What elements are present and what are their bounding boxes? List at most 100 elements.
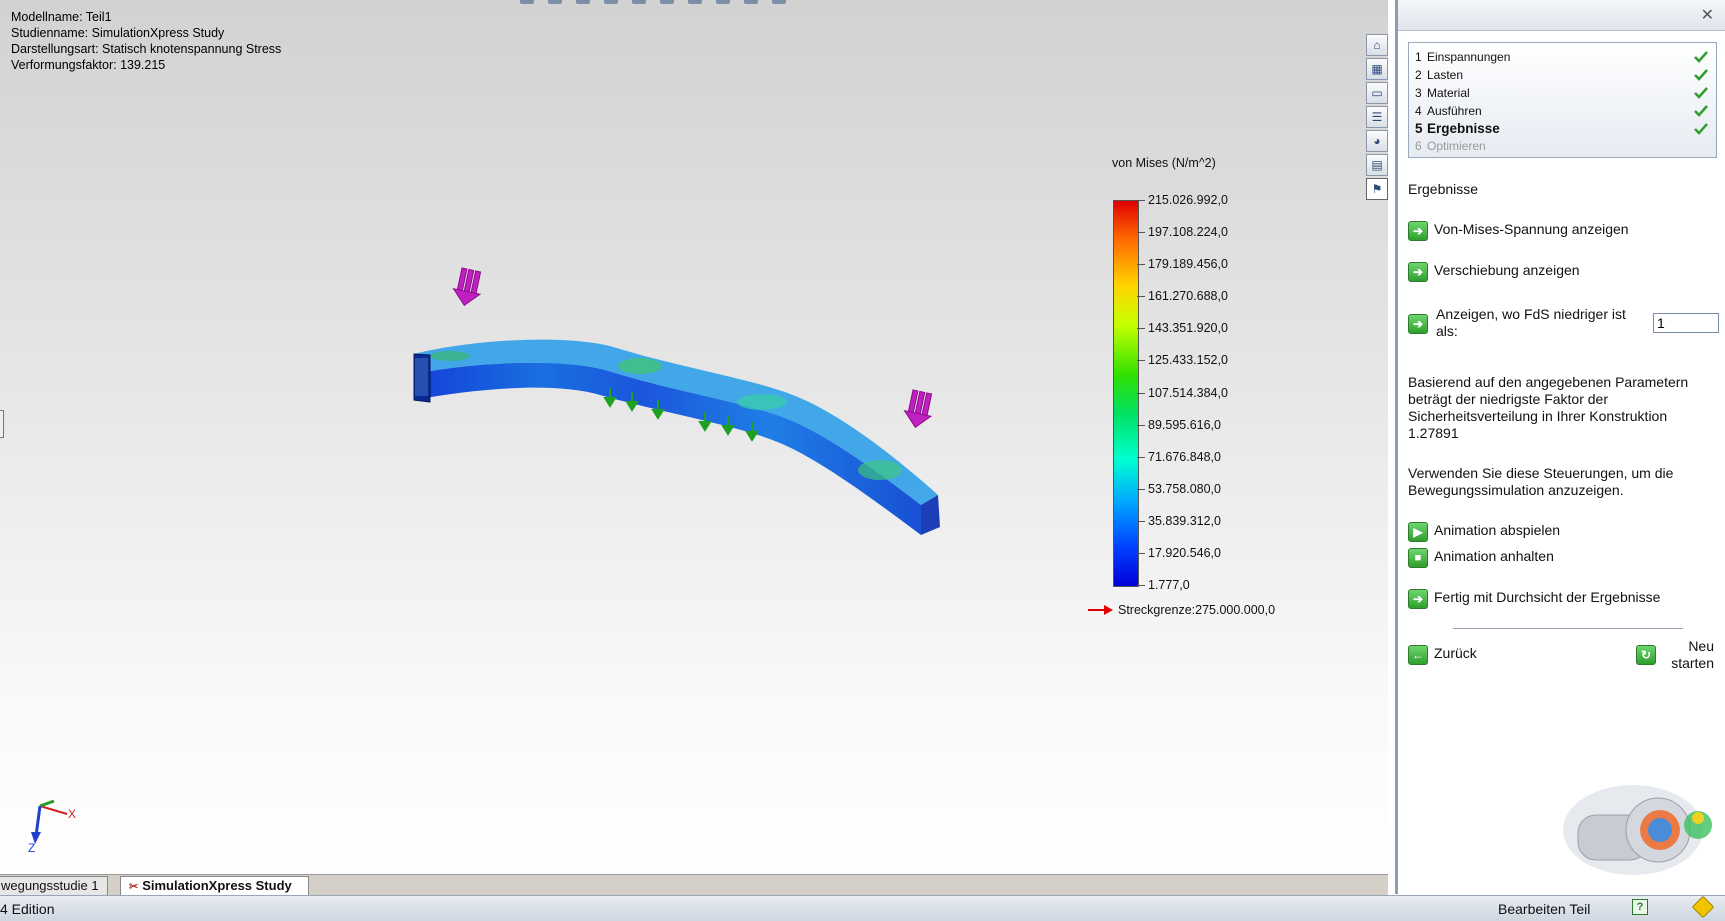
show-displacement-button[interactable]: ➔ Verschiebung anzeigen [1408, 262, 1580, 282]
legend-label: 53.758.080,0 [1148, 481, 1221, 496]
show-von-mises-label: Von-Mises-Spannung anzeigen [1434, 221, 1629, 237]
step-number: 4 [1415, 104, 1422, 118]
step-number: 5 [1415, 121, 1423, 136]
panel-divider [1453, 628, 1683, 629]
tab-simulation-label: SimulationXpress Study [142, 878, 292, 893]
legend-tick [1137, 520, 1145, 522]
panel-heading: Ergebnisse [1408, 181, 1479, 197]
step-item[interactable]: 3 Material [1415, 85, 1470, 101]
wizard-steps: 1 Einspannungen 2 Lasten 3 Material 4 Ausführen… [1408, 42, 1717, 158]
legend-tick [1137, 424, 1145, 426]
fos-input[interactable] [1653, 313, 1719, 333]
task-pane-tabs[interactable]: ⌂ ▦ ▭ ☰ ◕ ▤ ⚑ [1366, 34, 1388, 200]
step-label: Lasten [1427, 68, 1464, 82]
graphics-viewport[interactable]: Modellname: Teil1 Studienname: Simulatio… [0, 0, 1388, 874]
legend-label: 89.595.616,0 [1148, 417, 1221, 432]
legend-tick [1137, 488, 1145, 490]
legend-tick [1137, 552, 1145, 554]
stop-icon: ■ [1408, 548, 1428, 568]
tab-motion-study[interactable]: wegungsstudie 1 [0, 876, 108, 895]
stress-plot-part [413, 267, 940, 535]
step-label: Ergebnisse [1427, 121, 1500, 136]
simulationxpress-panel: ✕ 1 Einspannungen 2 Lasten 3 Material 4 Ausführ… [1395, 0, 1725, 894]
legend-label: 197.108.224,0 [1148, 225, 1228, 240]
stress-color-bar [1113, 200, 1139, 587]
part-icon[interactable]: ▦ [1366, 58, 1388, 80]
stop-animation-button[interactable]: ■ Animation anhalten [1408, 548, 1554, 568]
study-tab-bar: wegungsstudie 1 ✂ SimulationXpress Study [0, 874, 1388, 895]
back-button[interactable]: ← Zurück [1408, 645, 1477, 665]
legend-tick [1137, 456, 1145, 458]
help-icon[interactable]: ? [1632, 899, 1648, 915]
simulation-logo-image [1563, 785, 1712, 875]
arrow-right-icon: ➔ [1408, 221, 1428, 241]
status-mode: Bearbeiten Teil [1498, 901, 1591, 917]
home-icon[interactable]: ⌂ [1366, 34, 1388, 56]
simulation-icon[interactable]: ⚑ [1366, 178, 1388, 200]
legend-tick [1137, 328, 1145, 330]
show-displacement-label: Verschiebung anzeigen [1434, 262, 1580, 278]
step-number: 6 [1415, 139, 1422, 153]
panel-header: ✕ [1398, 0, 1725, 31]
arrow-right-icon: ➔ [1408, 262, 1428, 282]
legend-tick [1137, 296, 1145, 298]
tag-icon[interactable] [1691, 895, 1715, 919]
done-results-label: Fertig mit Durchsicht der Ergebnisse [1434, 589, 1661, 605]
step-label: Material [1427, 86, 1470, 100]
yield-label: Streckgrenze:275.000.000,0 [1118, 603, 1276, 617]
x-axis-label: X [68, 807, 76, 821]
step-item[interactable]: 4 Ausführen [1415, 103, 1482, 119]
step-number: 1 [1415, 50, 1422, 64]
legend-label: 17.920.546,0 [1148, 545, 1221, 560]
close-icon[interactable]: ✕ [1701, 5, 1714, 25]
step-item[interactable]: 2 Lasten [1415, 67, 1463, 83]
step-item[interactable]: 5 Ergebnisse [1415, 121, 1500, 137]
done-results-button[interactable]: ➔ Fertig mit Durchsicht der Ergebnisse [1408, 589, 1660, 609]
yield-arrow-icon [1088, 604, 1114, 616]
legend-tick [1137, 232, 1145, 234]
tab-simulation-study[interactable]: ✂ SimulationXpress Study [120, 876, 309, 895]
legend-label: 125.433.152,0 [1148, 353, 1228, 368]
stop-animation-label: Animation anhalten [1434, 548, 1554, 564]
legend-tick [1137, 264, 1145, 266]
legend-tick [1137, 392, 1145, 394]
legend-tick [1137, 585, 1145, 586]
arrow-right-icon: ➔ [1408, 589, 1428, 609]
yield-strength: Streckgrenze:275.000.000,0 [1088, 603, 1275, 617]
property-icon[interactable]: ☰ [1366, 106, 1388, 128]
simulation-study-icon: ✂ [129, 881, 139, 893]
step-label: Optimieren [1427, 139, 1486, 153]
legend-label: 143.351.920,0 [1148, 321, 1228, 336]
legend-label: 215.026.992,0 [1148, 193, 1228, 207]
legend-label: 71.676.848,0 [1148, 449, 1221, 464]
restart-label[interactable]: Neu starten [1646, 638, 1714, 672]
play-animation-button[interactable]: ▶ Animation abspielen [1408, 522, 1560, 542]
play-animation-label: Animation abspielen [1434, 522, 1561, 538]
play-icon: ▶ [1408, 522, 1428, 542]
step-number: 2 [1415, 68, 1422, 82]
show-von-mises-button[interactable]: ➔ Von-Mises-Spannung anzeigen [1408, 221, 1629, 241]
legend-label: 107.514.384,0 [1148, 385, 1228, 400]
legend-label: 161.270.688,0 [1148, 289, 1228, 304]
status-edition: 4 Edition [0, 901, 55, 917]
legend-title: von Mises (N/m^2) [1112, 156, 1216, 170]
folder-icon[interactable]: ▭ [1366, 82, 1388, 104]
legend-label: 35.839.312,0 [1148, 513, 1221, 528]
legend-tick [1137, 200, 1145, 201]
status-bar: 4 Edition Bearbeiten Teil ? [0, 895, 1725, 921]
step-item[interactable]: 6 Optimieren [1415, 138, 1486, 154]
checkmark-icon [1694, 105, 1708, 117]
appearance-icon[interactable]: ◕ [1366, 130, 1388, 152]
checkmark-icon [1694, 123, 1708, 135]
show-fos-button[interactable]: ➔ [1408, 314, 1428, 334]
back-label: Zurück [1434, 645, 1477, 661]
step-item[interactable]: 1 Einspannungen [1415, 49, 1510, 65]
checkmark-icon [1694, 51, 1708, 63]
step-number: 3 [1415, 86, 1422, 100]
legend-label: 179.189.456,0 [1148, 257, 1228, 272]
checkmark-icon [1694, 87, 1708, 99]
legend-label: 1.777,0 [1148, 578, 1190, 592]
animation-text: Verwenden Sie diese Steuerungen, um die … [1408, 465, 1674, 498]
design-library-icon[interactable]: ▤ [1366, 154, 1388, 176]
result-text: Basierend auf den angegebenen Parametern… [1408, 374, 1689, 441]
